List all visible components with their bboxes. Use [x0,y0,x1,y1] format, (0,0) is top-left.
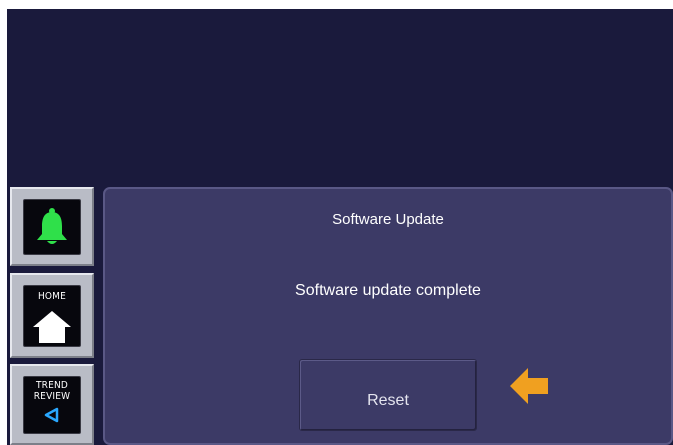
arrow-left-icon [510,368,548,404]
dialog-message: Software update complete [295,282,481,299]
home-button-face: HOME [23,285,81,347]
trend-review-button[interactable]: TREND REVIEW [10,364,94,445]
reset-button[interactable]: Reset [299,359,477,431]
home-icon [33,311,71,343]
software-update-panel: Software Update Software update complete… [103,187,673,445]
alarm-button-face [23,199,81,255]
trend-review-button-face: TREND REVIEW [23,376,81,434]
bell-icon [37,208,67,244]
device-screen: HOME TREND REVIEW Software Update Softwa… [7,9,673,445]
home-button-label: HOME [37,291,67,302]
trend-review-label-line2: REVIEW [33,391,71,402]
dialog-title: Software Update [332,211,444,228]
trend-review-label-line1: TREND [35,380,69,391]
alarm-button[interactable] [10,187,94,266]
home-button[interactable]: HOME [10,273,94,358]
triangle-left-icon [44,407,59,423]
trend-review-label: TREND REVIEW [24,380,80,402]
